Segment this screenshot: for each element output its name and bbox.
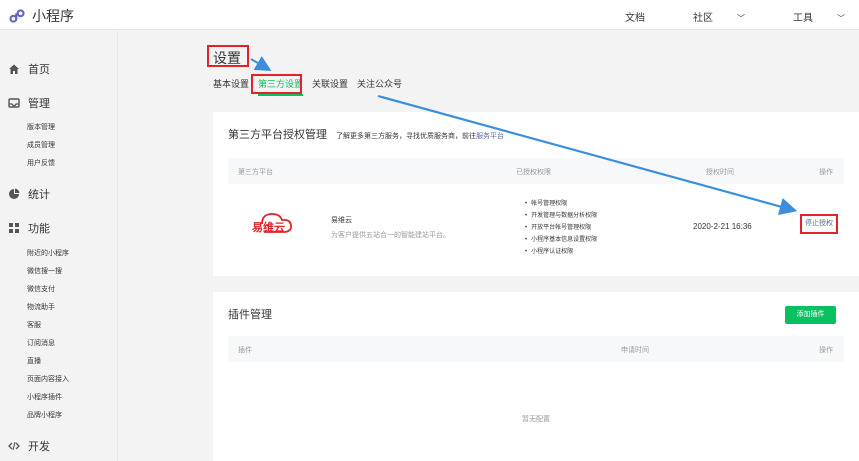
- home-icon: [9, 64, 19, 74]
- code-icon: [8, 441, 20, 451]
- auth-time: 2020-2-21 16:36: [693, 222, 752, 231]
- settings-tabs: 基本设置 第三方设置 关联设置 关注公众号: [213, 77, 411, 96]
- col-permissions: 已授权权限: [516, 169, 551, 176]
- chevron-down-icon: ﹀: [737, 14, 745, 23]
- col-apply-time: 申请时间: [621, 347, 649, 354]
- list-item: 开发管理与数据分析权限: [525, 210, 597, 222]
- list-item: 小程序基本信息设置权限: [525, 234, 597, 246]
- inbox-icon: [8, 98, 20, 108]
- sidebar-group-dev[interactable]: 开发: [8, 438, 50, 454]
- tab-link[interactable]: 关联设置: [312, 77, 348, 96]
- col-plugin-action: 操作: [819, 347, 833, 354]
- tab-basic[interactable]: 基本设置: [213, 77, 249, 96]
- miniprogram-logo-icon: [9, 9, 25, 23]
- pie-chart-icon: [9, 188, 20, 199]
- sidebar-group-manage[interactable]: 管理: [8, 95, 50, 111]
- sidebar-item-nearby[interactable]: 附近的小程序: [27, 248, 69, 258]
- sidebar-item-label: 管理: [28, 98, 50, 110]
- annotation-box-title: [207, 45, 249, 67]
- permission-list: 帐号管理权限 开发管理与数据分析权限 开放平台帐号管理权限 小程序基本信息设置权…: [525, 198, 597, 258]
- sidebar-item-home[interactable]: 首页: [8, 61, 50, 77]
- sidebar-item-page-content[interactable]: 页面内容接入: [27, 374, 69, 384]
- plugin-card-title: 插件管理: [228, 309, 272, 321]
- brand-logo: 易维云: [250, 210, 296, 236]
- col-platform: 第三方平台: [238, 169, 273, 176]
- list-item: 帐号管理权限: [525, 198, 597, 210]
- add-plugin-button[interactable]: 添加插件: [785, 306, 836, 324]
- arrow-title-to-tab: [250, 56, 272, 72]
- col-plugin: 插件: [238, 347, 252, 354]
- community-menu[interactable]: 社区 ﹀: [669, 9, 745, 24]
- app-title: 小程序: [32, 8, 74, 24]
- tools-menu[interactable]: 工具 ﹀: [769, 9, 845, 24]
- top-links: 文档 社区 ﹀ 工具 ﹀: [601, 9, 845, 24]
- third-party-auth-card: 第三方平台授权管理 了解更多第三方服务，寻找优质服务商，前往服务平台 第三方平台…: [213, 112, 859, 276]
- plugin-card: 插件管理 添加插件 插件 申请时间 操作 暂无配置: [213, 292, 859, 461]
- sidebar-item-label: 首页: [28, 64, 50, 76]
- sidebar-item-pay[interactable]: 微信支付: [27, 284, 55, 294]
- sidebar-item-service[interactable]: 客服: [27, 320, 41, 330]
- sidebar-item-live[interactable]: 直播: [27, 356, 41, 366]
- stop-auth-button[interactable]: 停止授权: [800, 214, 838, 234]
- auth-card-subtitle: 了解更多第三方服务，寻找优质服务商，前往服务平台: [336, 133, 504, 140]
- sidebar-item-label: 功能: [28, 223, 50, 235]
- auth-card-subtitle-text: 了解更多第三方服务，寻找优质服务商，前往: [336, 133, 477, 140]
- sidebar-item-feedback[interactable]: 用户反馈: [27, 158, 55, 168]
- empty-state: 暂无配置: [522, 416, 550, 423]
- sidebar-item-subscribe[interactable]: 订阅消息: [27, 338, 55, 348]
- list-item: 开放平台帐号管理权限: [525, 222, 597, 234]
- tools-label: 工具: [793, 13, 813, 24]
- sidebar-group-stats[interactable]: 统计: [8, 186, 50, 202]
- sidebar-item-search[interactable]: 微信搜一搜: [27, 266, 62, 276]
- sidebar-item-logistics[interactable]: 物流助手: [27, 302, 55, 312]
- sidebar-group-features[interactable]: 功能: [8, 220, 50, 236]
- service-platform-link[interactable]: 服务平台: [476, 133, 504, 140]
- sidebar-item-brand[interactable]: 品牌小程序: [27, 410, 62, 420]
- sidebar-item-version[interactable]: 版本管理: [27, 122, 55, 132]
- auth-card-title-text: 第三方平台授权管理: [228, 129, 327, 141]
- auth-table-header: 第三方平台 已授权权限 授权时间 操作: [228, 158, 844, 184]
- table-row: 易维云 易维云 为客户提供五站合一的智能建站平台。 帐号管理权限 开发管理与数据…: [228, 188, 844, 264]
- community-label: 社区: [693, 13, 713, 24]
- cloud-logo-icon: 易维云: [252, 213, 293, 234]
- plugin-table-header: 插件 申请时间 操作: [228, 336, 844, 362]
- annotation-box-tab: [251, 74, 302, 94]
- sidebar-item-plugins[interactable]: 小程序插件: [27, 392, 62, 402]
- auth-card-title: 第三方平台授权管理 了解更多第三方服务，寻找优质服务商，前往服务平台: [228, 126, 504, 142]
- top-bar: 小程序 文档 社区 ﹀ 工具 ﹀: [0, 0, 859, 30]
- sidebar-item-label: 统计: [28, 189, 50, 201]
- platform-name: 易维云: [331, 217, 352, 224]
- chevron-down-icon: ﹀: [837, 14, 845, 23]
- sidebar-item-label: 开发: [28, 441, 50, 453]
- docs-link[interactable]: 文档: [625, 9, 645, 24]
- grid-icon: [9, 223, 19, 233]
- col-action: 操作: [819, 169, 833, 176]
- platform-desc: 为客户提供五站合一的智能建站平台。: [331, 232, 450, 239]
- list-item: 小程序认证权限: [525, 246, 597, 258]
- brand-logo-text: 易维云: [252, 220, 285, 234]
- col-time: 授权时间: [706, 169, 734, 176]
- sidebar-item-members[interactable]: 成员管理: [27, 140, 55, 150]
- app-logo[interactable]: 小程序: [8, 6, 74, 26]
- tab-follow[interactable]: 关注公众号: [357, 77, 402, 96]
